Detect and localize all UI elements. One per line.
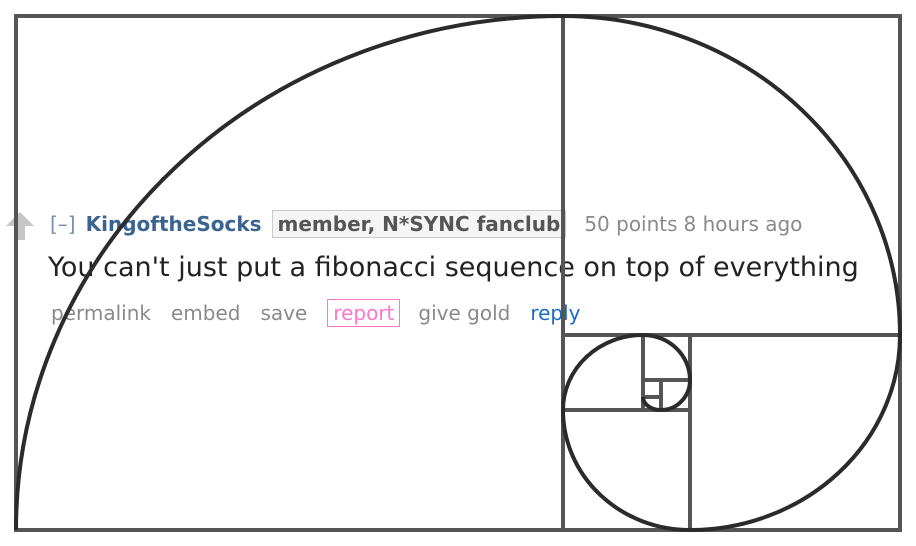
outer-frame (14, 14, 902, 532)
spiral-curve (14, 13, 903, 533)
golden-spiral-icon (14, 13, 903, 533)
